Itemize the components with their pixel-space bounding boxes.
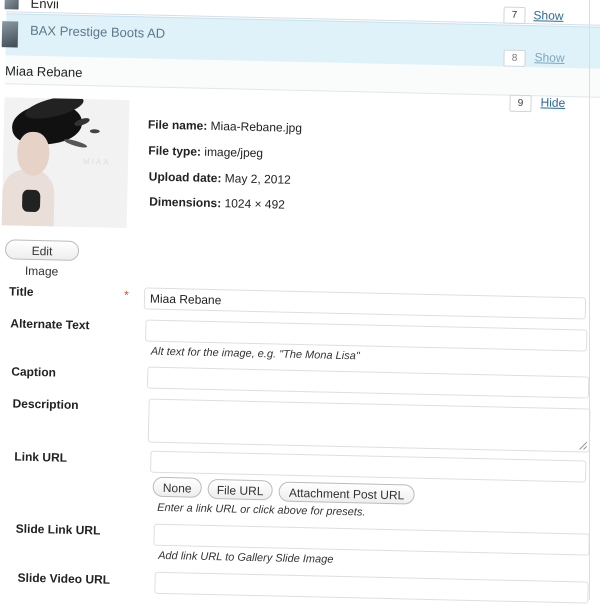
description-textarea[interactable]: [147, 398, 591, 453]
upload-date-label: Upload date:: [148, 169, 222, 186]
menu-order-input[interactable]: 8: [503, 49, 526, 68]
attachment-thumbnail: MIAA: [1, 97, 130, 229]
panel-right-border: [589, 0, 590, 600]
link-url-label: Link URL: [14, 449, 68, 465]
title-label: Title: [8, 284, 34, 299]
title-input[interactable]: [143, 287, 587, 320]
expanded-item-title: Miaa Rebane: [4, 63, 83, 81]
slide-video-url-input[interactable]: [154, 571, 589, 604]
link-file-url-button[interactable]: File URL: [207, 478, 273, 501]
edit-image-button[interactable]: Edit Image: [4, 239, 80, 279]
file-name-value: Miaa-Rebane.jpg: [210, 118, 303, 135]
menu-order-input[interactable]: 9: [509, 94, 532, 113]
show-link[interactable]: Show: [533, 8, 563, 23]
artwork-ink-splash: [89, 129, 100, 134]
media-thumbnail: [1, 21, 19, 48]
file-type-line: File type: image/jpeg: [148, 144, 263, 161]
slide-video-url-label: Slide Video URL: [17, 570, 111, 587]
dimensions-label: Dimensions:: [149, 194, 222, 211]
file-name-label: File name:: [147, 117, 208, 133]
link-url-input[interactable]: [150, 450, 587, 483]
show-link[interactable]: Show: [534, 50, 564, 65]
artwork-logo-text: MIAA: [82, 157, 111, 167]
media-thumbnail: [4, 0, 19, 10]
link-attachment-post-url-button[interactable]: Attachment Post URL: [278, 481, 415, 505]
alternate-text-label: Alternate Text: [10, 316, 90, 333]
caption-label: Caption: [11, 364, 57, 380]
artwork-figure-face: [16, 131, 50, 177]
link-url-help: Enter a link URL or click above for pres…: [157, 501, 366, 519]
artwork-ink-splash: [63, 137, 88, 150]
dimensions-line: Dimensions: 1024 × 492: [149, 195, 285, 212]
upload-date-value: May 2, 2012: [224, 171, 291, 187]
file-type-label: File type:: [148, 143, 202, 159]
resize-handle-icon[interactable]: [578, 441, 587, 450]
required-indicator: *: [123, 288, 129, 303]
alternate-text-help: Alt text for the image, e.g. "The Mona L…: [150, 345, 360, 363]
caption-input[interactable]: [146, 366, 590, 399]
slide-link-url-help: Add link URL to Gallery Slide Image: [158, 549, 334, 566]
file-name-line: File name: Miaa-Rebane.jpg: [148, 118, 302, 135]
media-item-title: Envii: [30, 0, 60, 12]
artwork-figure-glove: [21, 189, 41, 213]
upload-date-line: Upload date: May 2, 2012: [149, 170, 291, 187]
description-label: Description: [12, 396, 79, 413]
media-editor-screen: Envii 7 Show BAX Prestige Boots AD 8 Sho…: [0, 0, 600, 607]
hide-link[interactable]: Hide: [540, 95, 565, 110]
slide-link-url-label: Slide Link URL: [15, 521, 101, 538]
file-type-value: image/jpeg: [204, 144, 264, 161]
menu-order-input[interactable]: 7: [503, 6, 526, 25]
link-none-button[interactable]: None: [152, 476, 202, 498]
media-item-title: BAX Prestige Boots AD: [29, 22, 166, 41]
dimensions-value: 1024 × 492: [224, 196, 286, 212]
